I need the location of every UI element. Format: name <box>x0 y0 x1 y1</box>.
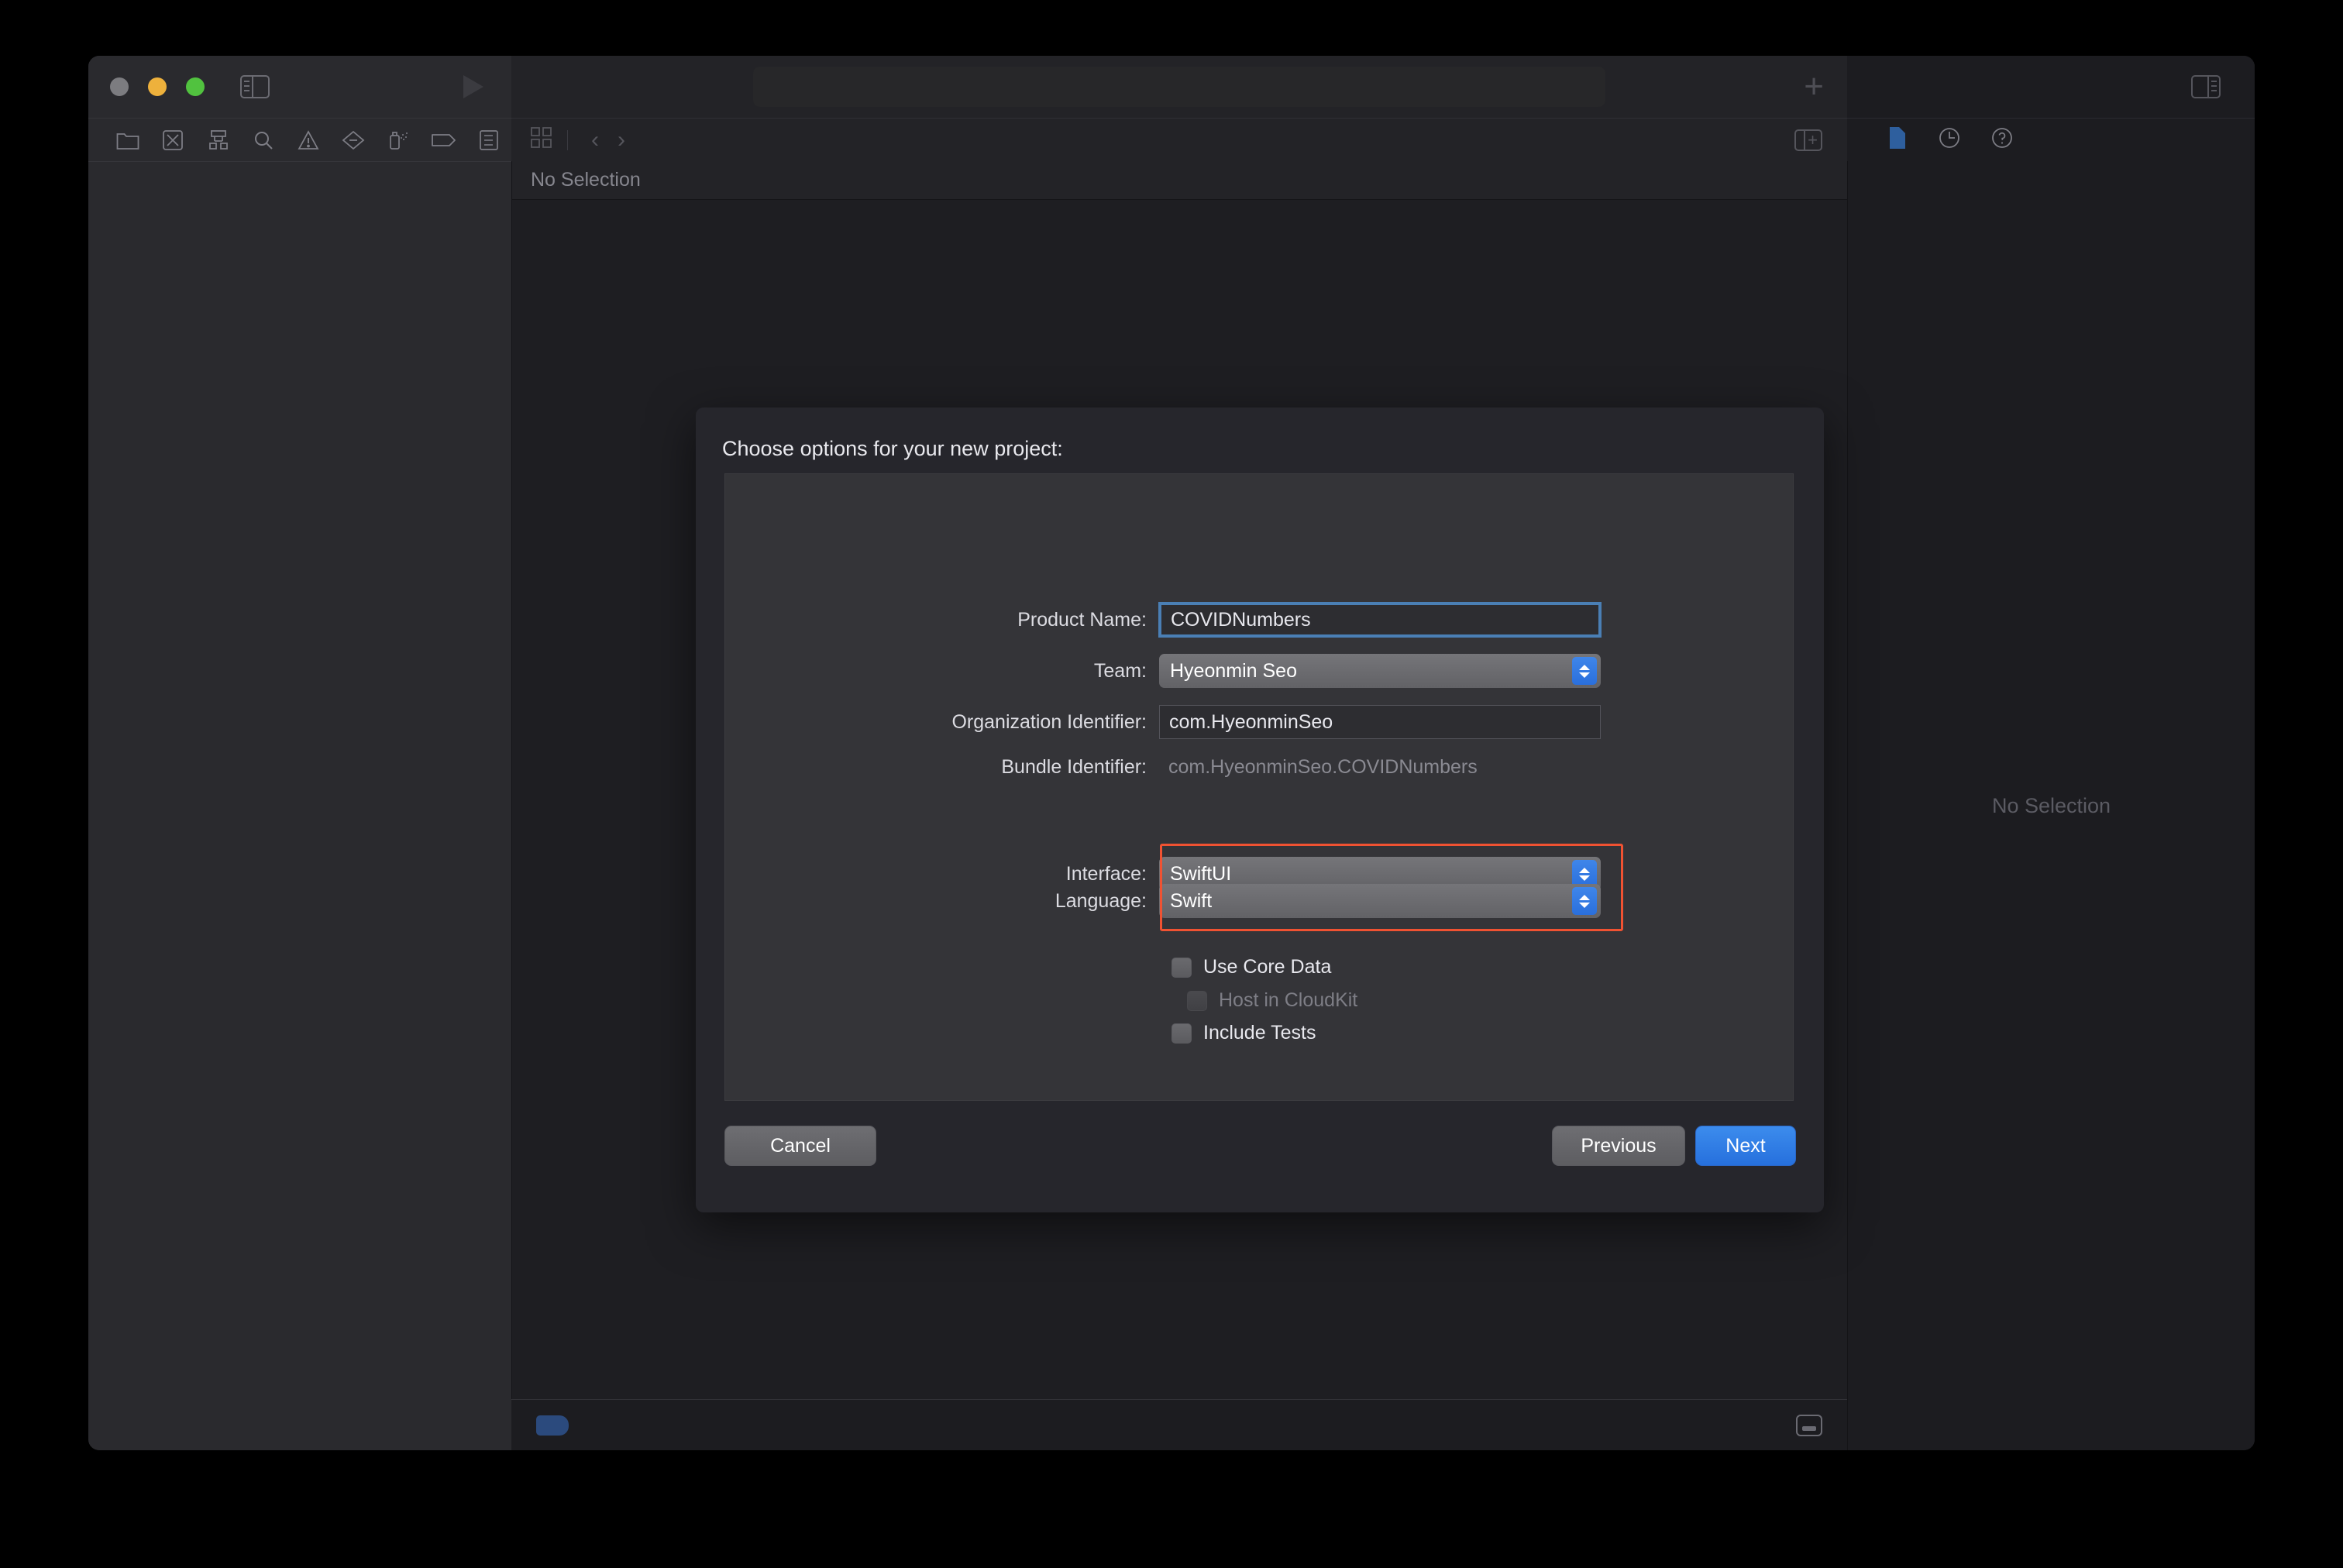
chevron-updown-icon <box>1572 887 1597 915</box>
sheet-form-panel: Product Name: COVIDNumbers Team: Hyeonmi… <box>724 473 1794 1101</box>
project-options-form: Product Name: COVIDNumbers Team: Hyeonmi… <box>725 474 1793 1100</box>
include-tests-label: Include Tests <box>1203 1022 1316 1044</box>
quick-help-icon[interactable] <box>1991 127 2013 153</box>
bundle-identifier-value: com.HyeonminSeo.COVIDNumbers <box>1159 756 1478 779</box>
title-bar-center: + <box>511 56 1847 118</box>
symbol-hierarchy-icon[interactable] <box>195 119 240 162</box>
product-name-label: Product Name: <box>725 609 1159 631</box>
organization-identifier-label: Organization Identifier: <box>725 711 1159 734</box>
status-bar <box>511 1399 1847 1450</box>
test-diamond-icon[interactable] <box>331 119 376 162</box>
field-row-team: Team: Hyeonmin Seo <box>725 654 1601 688</box>
add-tab-icon[interactable]: + <box>1804 70 1824 104</box>
folder-icon[interactable] <box>105 119 150 162</box>
breakpoint-tag-icon[interactable] <box>536 1415 569 1436</box>
product-name-input[interactable]: COVIDNumbers <box>1159 603 1601 637</box>
inspector-selector-bar <box>1847 118 2255 161</box>
previous-button[interactable]: Previous <box>1552 1126 1685 1166</box>
field-row-organization-identifier: Organization Identifier: com.HyeonminSeo <box>725 705 1601 739</box>
next-button[interactable]: Next <box>1695 1126 1796 1166</box>
issue-warning-icon[interactable] <box>286 119 331 162</box>
title-bar-left <box>88 56 511 118</box>
use-core-data-label: Use Core Data <box>1203 956 1331 978</box>
navigate-forward-icon[interactable]: › <box>608 129 635 152</box>
editor-breadcrumb-bar: No Selection <box>512 161 1847 200</box>
inspector-pane: No Selection <box>1847 161 2255 1450</box>
traffic-lights <box>110 77 205 96</box>
debug-spray-icon[interactable] <box>376 119 421 162</box>
team-select-value: Hyeonmin Seo <box>1170 660 1297 683</box>
sidebar-toggle-icon[interactable] <box>240 75 270 98</box>
run-button[interactable] <box>463 75 483 98</box>
checkbox-row-use-core-data[interactable]: Use Core Data <box>1172 956 1331 978</box>
breakpoint-tag-icon[interactable] <box>421 119 466 162</box>
console-toggle-icon[interactable] <box>1796 1415 1822 1436</box>
title-bar: + <box>88 56 2255 118</box>
include-tests-checkbox[interactable] <box>1172 1023 1192 1044</box>
secondary-toolbar: ‹ › <box>88 118 2255 161</box>
file-inspector-icon[interactable] <box>1887 126 1908 153</box>
close-window-icon[interactable] <box>110 77 129 96</box>
language-select-value: Swift <box>1170 890 1212 913</box>
checkbox-row-include-tests[interactable]: Include Tests <box>1172 1022 1316 1044</box>
language-label: Language: <box>725 890 1159 913</box>
editor-no-selection-label: No Selection <box>531 169 641 191</box>
interface-select-value: SwiftUI <box>1170 863 1231 885</box>
navigator-selector-bar <box>88 118 511 161</box>
related-items-icon[interactable] <box>530 126 553 153</box>
inspector-no-selection-label: No Selection <box>1992 794 2111 818</box>
field-row-bundle-identifier: Bundle Identifier: com.HyeonminSeo.COVID… <box>725 756 1478 779</box>
sheet-title: Choose options for your new project: <box>722 437 1063 461</box>
field-row-language: Language: Swift <box>725 884 1601 918</box>
jump-bar-divider <box>567 130 568 150</box>
title-bar-right <box>1847 56 2255 118</box>
field-row-product-name: Product Name: COVIDNumbers <box>725 603 1601 637</box>
minimize-window-icon[interactable] <box>148 77 167 96</box>
navigator-pane[interactable] <box>88 161 511 1450</box>
xcode-window: + <box>88 56 2255 1450</box>
source-control-icon[interactable] <box>150 119 195 162</box>
use-core-data-checkbox[interactable] <box>1172 958 1192 978</box>
search-icon[interactable] <box>241 119 286 162</box>
new-project-options-sheet: Choose options for your new project: Pro… <box>696 407 1824 1212</box>
cancel-button[interactable]: Cancel <box>724 1126 876 1166</box>
inspector-toggle-icon[interactable] <box>2191 75 2221 98</box>
play-icon <box>463 75 483 98</box>
scheme-status-pill[interactable] <box>753 67 1605 107</box>
report-list-icon[interactable] <box>466 119 511 162</box>
language-select[interactable]: Swift <box>1159 884 1601 918</box>
organization-identifier-input[interactable]: com.HyeonminSeo <box>1159 705 1601 739</box>
chevron-updown-icon <box>1572 657 1597 685</box>
team-label: Team: <box>725 660 1159 683</box>
host-in-cloudkit-checkbox <box>1187 991 1207 1011</box>
jump-bar: ‹ › <box>511 118 1847 161</box>
zoom-window-icon[interactable] <box>186 77 205 96</box>
interface-label: Interface: <box>725 863 1159 885</box>
navigate-back-icon[interactable]: ‹ <box>582 129 608 152</box>
checkbox-row-host-in-cloudkit: Host in CloudKit <box>1187 989 1357 1012</box>
host-in-cloudkit-label: Host in CloudKit <box>1219 989 1357 1012</box>
history-clock-icon[interactable] <box>1939 127 1960 153</box>
team-select[interactable]: Hyeonmin Seo <box>1159 654 1601 688</box>
add-editor-icon[interactable] <box>1794 129 1822 151</box>
bundle-identifier-label: Bundle Identifier: <box>725 756 1159 779</box>
